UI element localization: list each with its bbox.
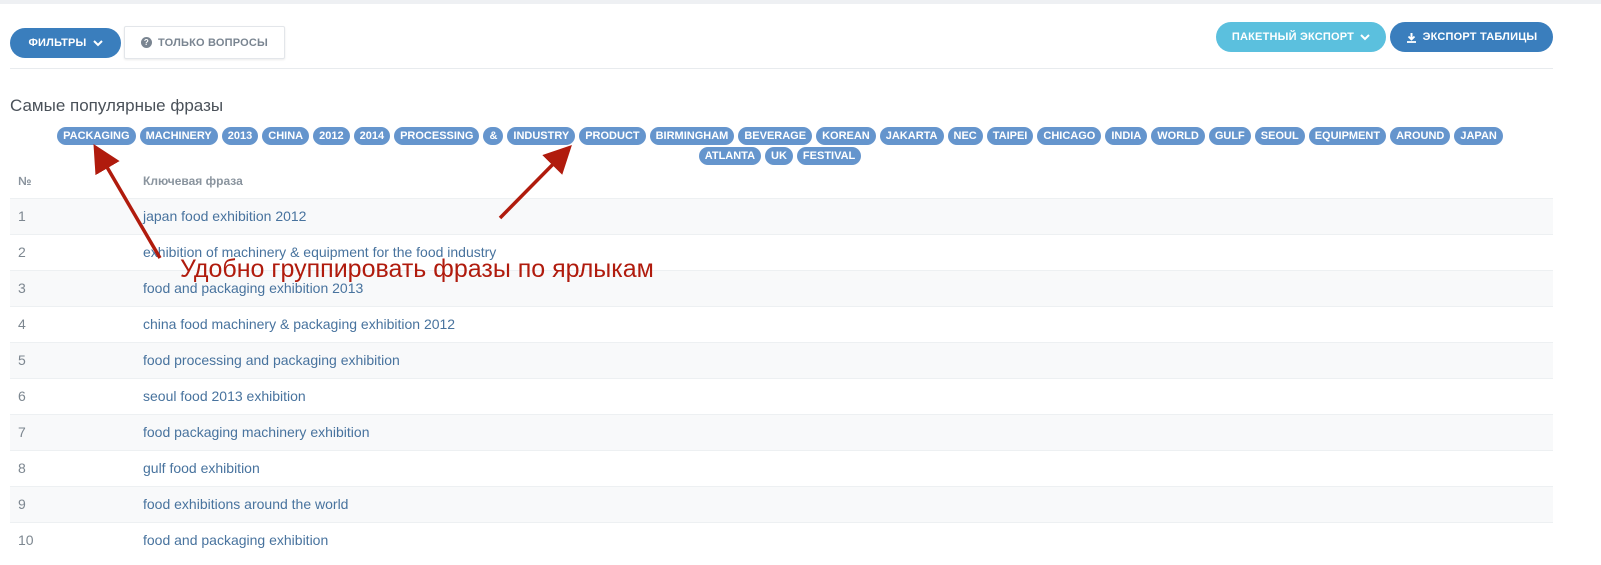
row-phrase-cell: japan food exhibition 2012 — [135, 197, 1553, 234]
tag-china[interactable]: CHINA — [262, 127, 310, 145]
row-number: 2 — [10, 233, 135, 270]
column-header-phrase[interactable]: Ключевая фраза — [135, 164, 1553, 198]
popular-phrases-title: Самые популярные фразы — [10, 96, 224, 115]
table-row: 5 food processing and packaging exhibitio… — [10, 341, 1553, 378]
row-number: 4 — [10, 305, 135, 342]
tag-industry[interactable]: INDUSTRY — [507, 127, 576, 145]
batch-export-button[interactable]: ПАКЕТНЫЙ ЭКСПОРТ — [1216, 22, 1386, 52]
filters-button-label: ФИЛЬТРЫ — [28, 37, 87, 49]
row-number: 10 — [10, 521, 135, 558]
row-number: 6 — [10, 377, 135, 414]
tag-around[interactable]: AROUND — [1390, 127, 1451, 145]
row-number: 3 — [10, 269, 135, 306]
row-phrase-cell: food and packaging exhibition — [135, 521, 1553, 558]
tag-chicago[interactable]: CHICAGO — [1037, 127, 1102, 145]
row-number: 7 — [10, 413, 135, 450]
tag-atlanta[interactable]: ATLANTA — [698, 147, 762, 165]
tag-equipment[interactable]: EQUIPMENT — [1308, 127, 1387, 145]
tag-uk[interactable]: UK — [765, 147, 793, 165]
tag-jakarta[interactable]: JAKARTA — [879, 127, 944, 145]
tag-ampersand[interactable]: & — [483, 127, 504, 145]
phrase-link[interactable]: food processing and packaging exhibition — [143, 352, 400, 368]
tag-2014[interactable]: 2014 — [353, 127, 391, 145]
tag-gulf[interactable]: GULF — [1208, 127, 1251, 145]
questions-only-label: ТОЛЬКО ВОПРОСЫ — [157, 36, 269, 49]
tag-taipei[interactable]: TAIPEI — [986, 127, 1034, 145]
batch-export-label: ПАКЕТНЫЙ ЭКСПОРТ — [1231, 31, 1355, 43]
table-row: 10 food and packaging exhibition — [10, 521, 1553, 558]
table-row: 1 japan food exhibition 2012 — [10, 197, 1553, 234]
annotation-text: Удобно группировать фразы по ярлыкам — [180, 255, 654, 283]
row-phrase-cell: food exhibitions around the world — [135, 485, 1553, 522]
row-phrase-cell: gulf food exhibition — [135, 449, 1553, 486]
row-phrase-cell: china food machinery & packaging exhibit… — [135, 305, 1553, 342]
table-row: 6 seoul food 2013 exhibition — [10, 377, 1553, 414]
row-phrase-cell: seoul food 2013 exhibition — [135, 377, 1553, 414]
table-row: 4 china food machinery & packaging exhibi… — [10, 305, 1553, 342]
question-circle-icon: ? — [140, 37, 152, 48]
top-strip — [0, 0, 1601, 4]
table-row: 9 food exhibitions around the world — [10, 485, 1553, 522]
column-header-number[interactable]: № — [10, 164, 135, 198]
tag-korean[interactable]: KOREAN — [816, 127, 876, 145]
toolbar-divider — [10, 68, 1553, 69]
phrase-link[interactable]: japan food exhibition 2012 — [143, 208, 306, 224]
chevron-down-icon — [92, 40, 103, 47]
row-number: 9 — [10, 485, 135, 522]
row-number: 8 — [10, 449, 135, 486]
tag-packaging[interactable]: PACKAGING — [57, 127, 136, 145]
tag-world[interactable]: WORLD — [1151, 127, 1205, 145]
phrase-link[interactable]: food exhibitions around the world — [143, 496, 348, 512]
download-icon — [1406, 32, 1416, 43]
row-phrase-cell: food processing and packaging exhibition — [135, 341, 1553, 378]
tag-japan[interactable]: JAPAN — [1454, 127, 1503, 145]
phrase-link[interactable]: food packaging machinery exhibition — [143, 424, 369, 440]
tag-festival[interactable]: FESTIVAL — [796, 147, 862, 165]
tag-india[interactable]: INDIA — [1105, 127, 1148, 145]
export-table-button[interactable]: ЭКСПОРТ ТАБЛИЦЫ — [1390, 22, 1553, 52]
tag-machinery[interactable]: MACHINERY — [139, 127, 218, 145]
row-number: 5 — [10, 341, 135, 378]
keywords-table: № Ключевая фраза 1 japan food exhibition … — [10, 164, 1553, 558]
chevron-down-icon — [1360, 34, 1370, 41]
toolbar: ФИЛЬТРЫ ? ТОЛЬКО ВОПРОСЫ ПАКЕТНЫЙ ЭКСПОР… — [10, 22, 1553, 60]
phrase-link[interactable]: china food machinery & packaging exhibit… — [143, 316, 455, 332]
questions-only-button[interactable]: ? ТОЛЬКО ВОПРОСЫ — [124, 26, 285, 59]
row-phrase-cell: food packaging machinery exhibition — [135, 413, 1553, 450]
tag-nec[interactable]: NEC — [947, 127, 983, 145]
tag-seoul[interactable]: SEOUL — [1254, 127, 1305, 145]
phrase-link[interactable]: seoul food 2013 exhibition — [143, 388, 306, 404]
tag-processing[interactable]: PROCESSING — [394, 127, 480, 145]
tag-product[interactable]: PRODUCT — [579, 127, 646, 145]
tag-cloud: PACKAGING MACHINERY 2013 CHINA 2012 2014 PROCE… — [30, 127, 1530, 165]
table-row: 7 food packaging machinery exhibition — [10, 413, 1553, 450]
tag-2012[interactable]: 2012 — [313, 127, 350, 145]
tag-birmingham[interactable]: BIRMINGHAM — [649, 127, 735, 145]
export-table-label: ЭКСПОРТ ТАБЛИЦЫ — [1422, 31, 1538, 43]
table-row: 8 gulf food exhibition — [10, 449, 1553, 486]
tag-beverage[interactable]: BEVERAGE — [738, 127, 813, 145]
phrase-link[interactable]: gulf food exhibition — [143, 460, 260, 476]
table-header-row: № Ключевая фраза — [10, 164, 1553, 198]
filters-button[interactable]: ФИЛЬТРЫ — [10, 28, 121, 58]
tag-2013[interactable]: 2013 — [221, 127, 259, 145]
row-number: 1 — [10, 197, 135, 234]
phrase-link[interactable]: food and packaging exhibition — [143, 532, 328, 548]
